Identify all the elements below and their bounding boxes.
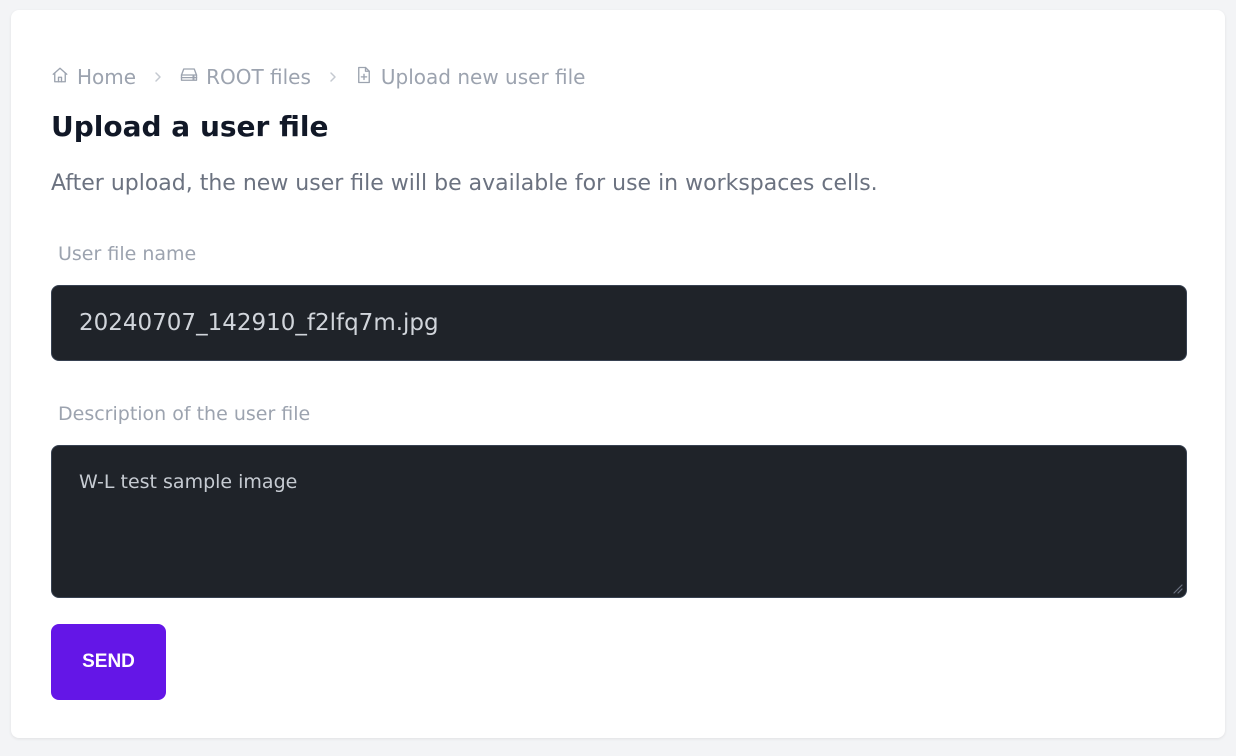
breadcrumb-home-label: Home	[77, 65, 137, 89]
user-file-name-label: User file name	[58, 243, 197, 265]
server-icon	[180, 65, 198, 89]
file-plus-icon	[355, 65, 373, 89]
breadcrumb: Home ROOT files Upload new user file	[51, 65, 586, 89]
user-file-name-input[interactable]: 20240707_142910_f2lfq7m.jpg	[51, 285, 1187, 361]
breadcrumb-root-files-label: ROOT files	[206, 65, 311, 89]
home-icon	[51, 65, 69, 89]
page-title: Upload a user file	[51, 110, 329, 143]
upload-card: Home ROOT files Upload new user file Upl…	[11, 10, 1225, 738]
breadcrumb-upload-label: Upload new user file	[380, 65, 586, 89]
breadcrumb-home[interactable]: Home	[51, 65, 136, 89]
chevron-right-icon	[152, 71, 164, 83]
chevron-right-icon	[327, 71, 339, 83]
description-label: Description of the user file	[58, 403, 311, 425]
breadcrumb-upload: Upload new user file	[355, 65, 586, 89]
description-textarea[interactable]: W-L test sample image	[51, 445, 1187, 598]
breadcrumb-root-files[interactable]: ROOT files	[180, 65, 311, 89]
send-button[interactable]: SEND	[51, 624, 166, 700]
resize-handle-icon[interactable]	[1171, 582, 1183, 594]
description-text: W-L test sample image	[79, 471, 298, 493]
page-subtitle: After upload, the new user file will be …	[51, 171, 878, 196]
